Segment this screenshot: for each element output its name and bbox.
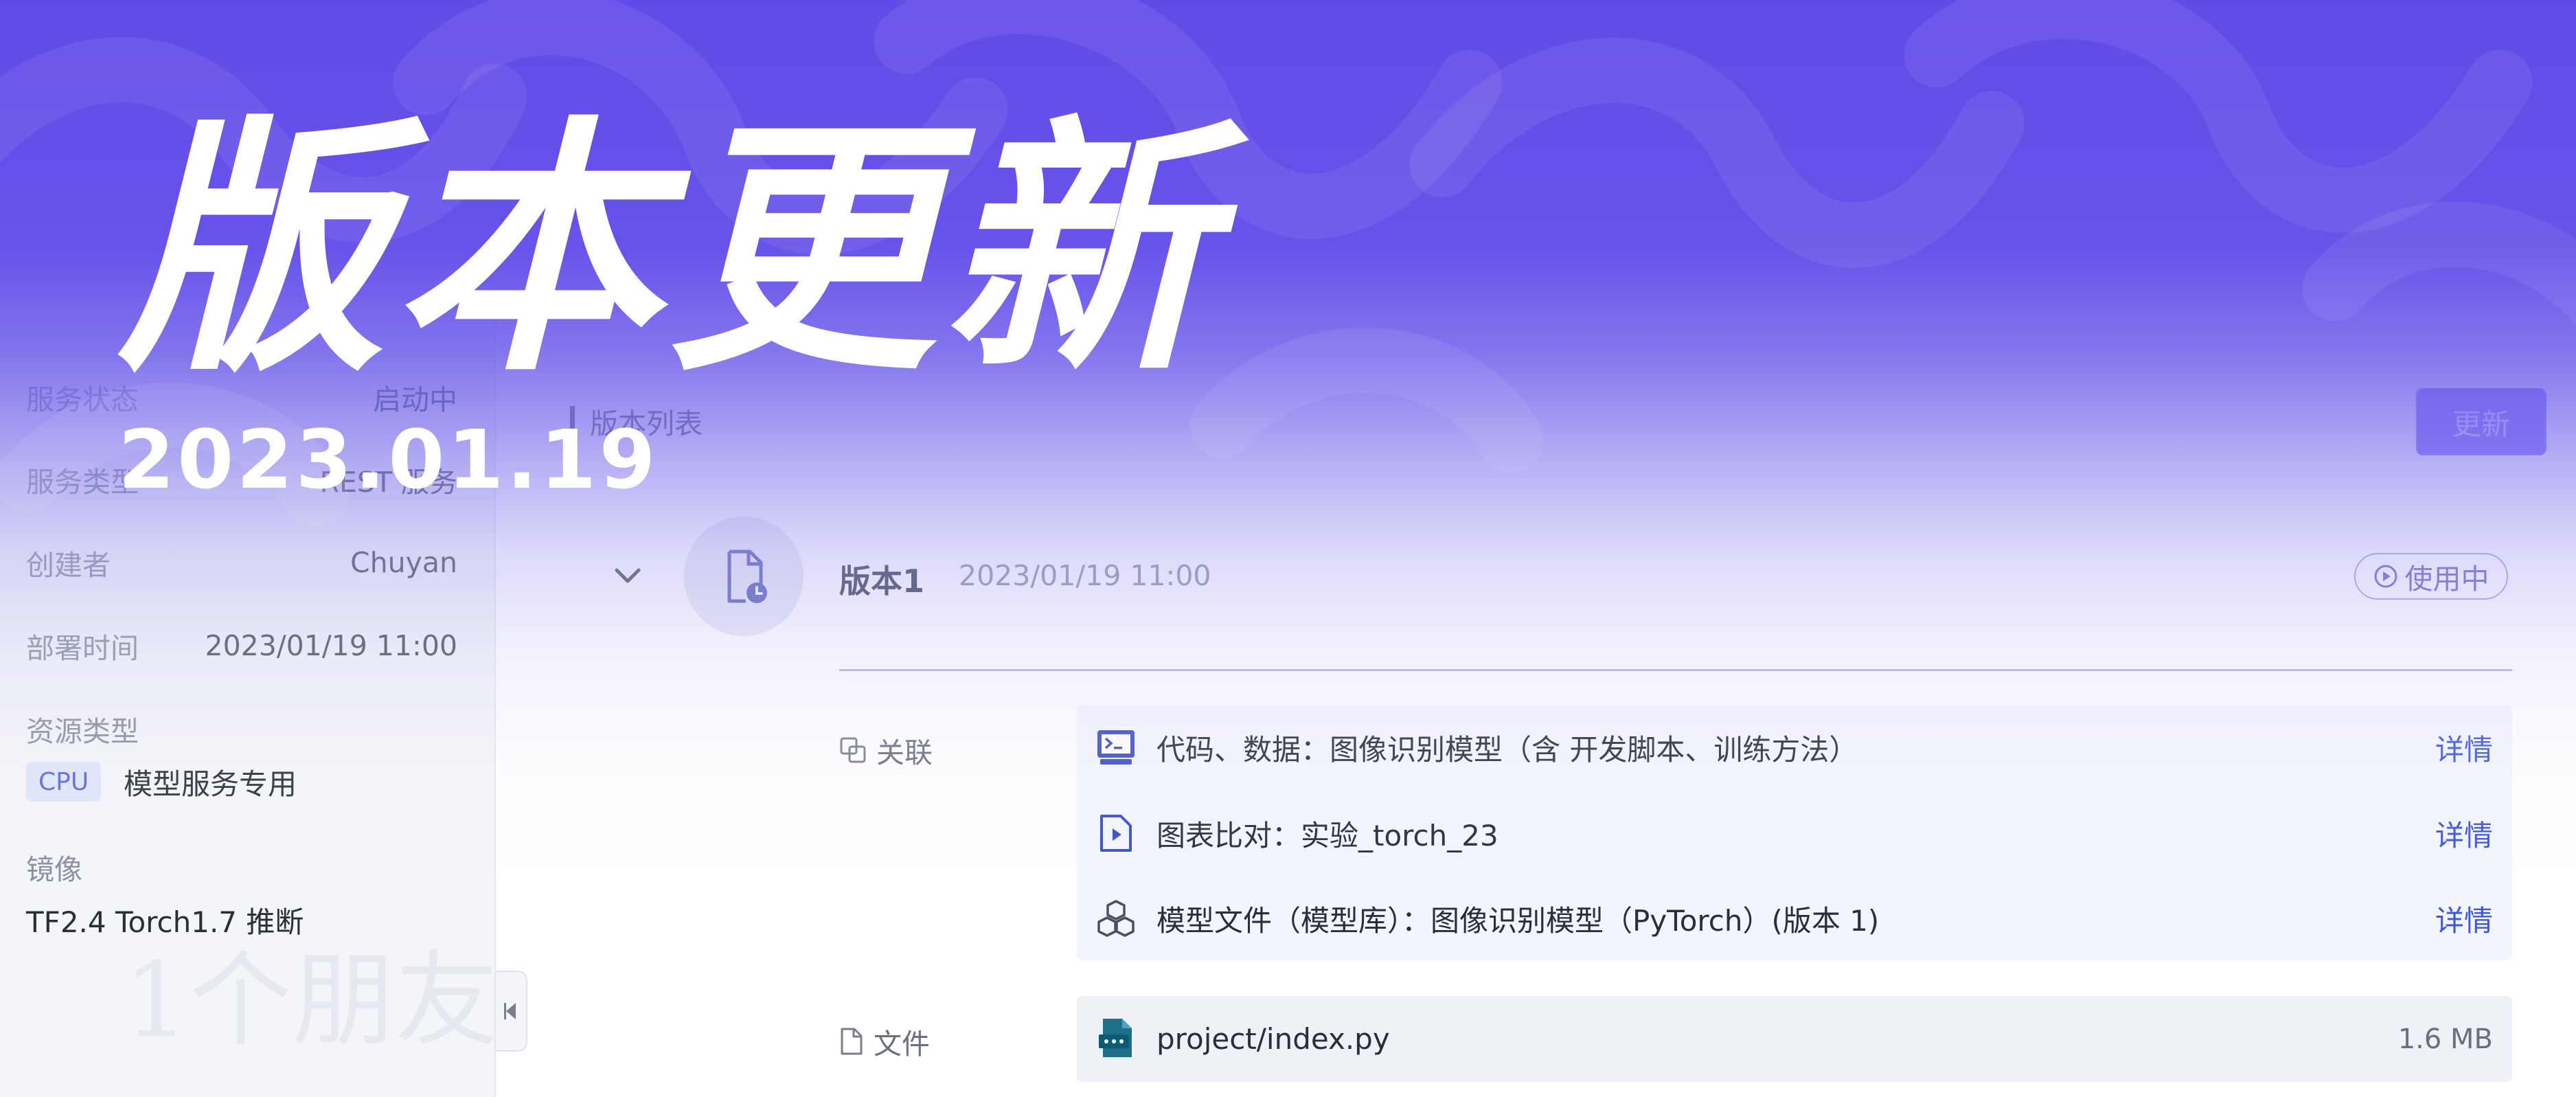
screenshot-stage: 服务状态 启动中 服务类型 REST 服务 创建者 Chuyan 部署时间 20… [0, 0, 2576, 1097]
watermark-text: 1个朋友 [124, 941, 499, 1061]
relation-detail-link[interactable]: 详情 [2435, 727, 2493, 769]
info-row-deploy-time: 部署时间 2023/01/19 11:00 [26, 625, 457, 666]
version-name[interactable]: 版本1 [839, 556, 924, 602]
in-use-badge: 使用中 [2354, 553, 2508, 600]
relation-row: 模型文件（模型库）：图像识别模型（PyTorch）(版本 1) 详情 [1096, 891, 2493, 946]
file-row[interactable]: project/index.py 1.6 MB [1077, 996, 2512, 1082]
creator-value: Chuyan [350, 546, 457, 579]
caret-left-icon [504, 1003, 516, 1019]
creator-key: 创建者 [26, 549, 111, 582]
relations-label: 关联 [839, 730, 933, 771]
relations-label-text: 关联 [876, 736, 933, 769]
in-use-label: 使用中 [2404, 563, 2489, 596]
files-label: 文件 [839, 1021, 930, 1062]
panel-collapse-toggle[interactable] [496, 971, 527, 1052]
deploy-time-key: 部署时间 [26, 632, 139, 665]
relation-text: 图表比对：实验_torch_23 [1156, 818, 1498, 852]
relation-detail-link[interactable]: 详情 [2435, 813, 2493, 855]
python-file-icon [1096, 1017, 1136, 1062]
relation-text: 模型文件（模型库）：图像识别模型（PyTorch）(版本 1) [1156, 903, 1880, 938]
version-divider [839, 669, 2512, 671]
banner-title: 版本更新 [118, 95, 1217, 407]
resource-desc: 模型服务专用 [124, 767, 297, 801]
file-size: 1.6 MB [2397, 1023, 2493, 1055]
play-circle-icon [2374, 565, 2397, 588]
banner-date: 2023.01.19 [118, 412, 659, 507]
info-row-creator: 创建者 Chuyan [26, 542, 457, 583]
mirror-label: 镜像 [26, 853, 82, 886]
version-icon-circle [684, 517, 803, 636]
file-clock-icon [727, 550, 767, 603]
link-copy-icon [840, 737, 866, 763]
terminal-icon [1096, 727, 1136, 767]
cubes-icon [1096, 898, 1136, 938]
relation-row: 图表比对：实验_torch_23 详情 [1096, 806, 2493, 861]
relation-row: 代码、数据：图像识别模型（含 开发脚本、训练方法） 详情 [1096, 720, 2493, 775]
files-label-text: 文件 [874, 1028, 930, 1061]
cpu-tag: CPU [26, 762, 102, 802]
version-time: 2023/01/19 11:00 [959, 559, 1211, 592]
resource-type-label: 资源类型 [26, 715, 139, 748]
relation-text: 代码、数据：图像识别模型（含 开发脚本、训练方法） [1156, 732, 1858, 767]
file-outline-icon [841, 1028, 863, 1055]
chart-file-icon [1096, 813, 1136, 853]
chevron-down-icon[interactable] [610, 558, 646, 593]
update-button[interactable]: 更新 [2416, 388, 2546, 455]
relation-detail-link[interactable]: 详情 [2435, 898, 2493, 940]
file-name[interactable]: project/index.py [1156, 1022, 2398, 1056]
deploy-time-value: 2023/01/19 11:00 [205, 629, 458, 662]
